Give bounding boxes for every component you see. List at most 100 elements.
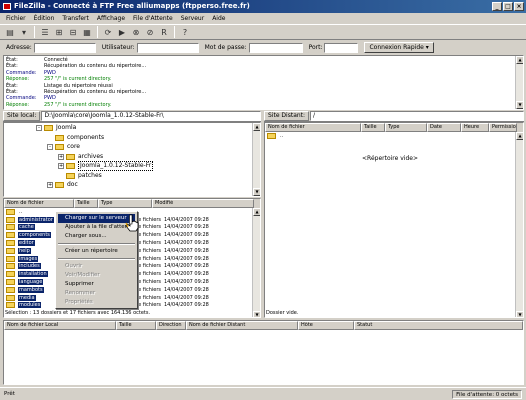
scroll-up-icon[interactable]: ▲ (253, 208, 260, 216)
col-type[interactable]: Type (98, 199, 152, 208)
col-remote-filename[interactable]: Nom de fichier Distant (186, 321, 298, 330)
local-list-scrollbar[interactable]: ▲ ▼ (252, 208, 260, 317)
file-name: .. (19, 208, 23, 215)
toggle-local-tree-icon[interactable]: ⊞ (53, 26, 65, 38)
dropdown-arrow-icon[interactable]: ▾ (18, 26, 30, 38)
context-menu-item: Ouvrir (65, 263, 83, 269)
col-modified[interactable]: Modifié (152, 199, 254, 208)
site-manager-icon[interactable]: ▤ (4, 26, 16, 38)
tree-item[interactable]: - core (47, 143, 80, 151)
help-icon[interactable]: ? (179, 26, 191, 38)
close-button[interactable]: × (514, 2, 524, 11)
empty-directory-message: <Répertoire vide> (362, 155, 418, 162)
scroll-up-icon[interactable]: ▲ (253, 123, 260, 131)
expander-icon[interactable]: - (36, 125, 42, 131)
status-ready: Prêt (4, 391, 15, 397)
tree-item[interactable]: + archives (58, 153, 103, 161)
toggle-queue-icon[interactable]: ▦ (81, 26, 93, 38)
col-local-filename[interactable]: Nom de fichier Local (4, 321, 116, 330)
folder-icon (66, 172, 75, 179)
expander-icon[interactable]: + (58, 163, 64, 169)
col-direction[interactable]: Direction (156, 321, 186, 330)
tree-item[interactable]: patches (58, 172, 102, 180)
queue-size-status: File d'attente: 0 octets (452, 390, 522, 399)
folder-icon (6, 208, 15, 215)
port-input[interactable] (324, 42, 359, 53)
expander-icon[interactable]: - (47, 144, 53, 150)
tree-item[interactable]: - Joomla (36, 124, 76, 132)
menu-edition[interactable]: Édition (34, 13, 55, 24)
col-filename[interactable]: Nom de fichier (265, 123, 361, 132)
folder-icon (6, 286, 15, 293)
disconnect-icon[interactable]: ⊘ (144, 26, 156, 38)
list-item[interactable]: .. (265, 132, 523, 140)
host-label: Adresse: (6, 44, 32, 51)
col-date[interactable]: Date (427, 123, 461, 132)
remote-path-input[interactable]: / (310, 110, 524, 121)
context-menu-item[interactable]: Créer un répertoire (58, 247, 135, 256)
reconnect-icon[interactable]: R (158, 26, 170, 38)
toggle-log-icon[interactable]: ☰ (39, 26, 51, 38)
maximize-button[interactable]: □ (503, 2, 513, 11)
process-queue-icon[interactable]: ▶ (116, 26, 128, 38)
file-date: 14/04/2007 09:28 (164, 247, 209, 254)
scroll-down-icon[interactable]: ▼ (253, 188, 260, 196)
file-name: administrator (18, 216, 54, 223)
tree-label: Joomla (56, 124, 77, 131)
tree-scrollbar[interactable]: ▲ ▼ (252, 123, 260, 196)
remote-file-list: Nom de fichier Taille Type Date Heure Pe… (264, 122, 524, 318)
file-name: images (18, 255, 39, 262)
menu-transfert[interactable]: Transfert (62, 13, 88, 24)
refresh-icon[interactable]: ⟳ (102, 26, 114, 38)
col-size[interactable]: Taille (116, 321, 156, 330)
file-date: 14/04/2007 09:28 (164, 240, 209, 247)
tree-item[interactable]: components (47, 134, 104, 142)
log-scrollbar[interactable]: ▲ ▼ (515, 56, 523, 109)
tree-item[interactable]: + doc (47, 181, 78, 189)
expander-icon[interactable]: + (47, 182, 53, 188)
host-input[interactable] (33, 42, 96, 53)
col-filename[interactable]: Nom de fichier (4, 199, 74, 208)
cancel-icon[interactable]: ⊗ (130, 26, 142, 38)
expander-icon[interactable]: + (58, 153, 64, 160)
password-input[interactable] (248, 42, 303, 53)
file-date: 14/04/2007 09:28 (164, 286, 209, 293)
menu-fichier[interactable]: Fichier (6, 13, 26, 24)
col-size[interactable]: Taille (361, 123, 385, 132)
col-type[interactable]: Type (385, 123, 427, 132)
context-menu-item[interactable]: Charger sous... (58, 232, 135, 241)
file-date: 14/04/2007 09:28 (164, 216, 209, 223)
col-status[interactable]: Statut (354, 321, 523, 330)
menu-separator (58, 243, 135, 245)
menu-separator (58, 258, 135, 260)
col-time[interactable]: Heure (461, 123, 489, 132)
log-type: Réponse: (6, 101, 30, 108)
minimize-button[interactable]: _ (492, 2, 502, 11)
menu-affichage[interactable]: Affichage (97, 13, 125, 24)
col-permissions[interactable]: Permissions (489, 123, 517, 132)
quickconnect-button-label: Connexion Rapide (369, 44, 424, 51)
scroll-up-icon[interactable]: ▲ (516, 56, 523, 64)
password-label: Mot de passe: (204, 44, 247, 51)
toggle-remote-tree-icon[interactable]: ⊟ (67, 26, 79, 38)
folder-icon (6, 302, 15, 309)
local-path-input[interactable]: D:\Joomla\core\Joomla_1.0.12-Stable-Fr\ (41, 110, 261, 121)
context-menu-item[interactable]: Supprimer (58, 280, 135, 289)
remote-list-scrollbar[interactable]: ▲ ▼ (515, 132, 523, 317)
col-host[interactable]: Hôte (298, 321, 354, 330)
menu-bar: Fichier Édition Transfert Affichage File… (0, 13, 526, 24)
folder-icon (6, 224, 15, 231)
file-name: help (18, 247, 31, 254)
scroll-up-icon[interactable]: ▲ (516, 132, 523, 140)
menu-serveur[interactable]: Serveur (181, 13, 204, 24)
user-input[interactable] (136, 42, 199, 53)
col-size[interactable]: Taille (74, 199, 98, 208)
scroll-down-icon[interactable]: ▼ (516, 101, 523, 109)
log-message: Récupération du contenu du répertoire... (44, 63, 147, 70)
file-date: 14/04/2007 09:28 (164, 263, 209, 270)
menu-file-attente[interactable]: File d'Attente (133, 13, 173, 24)
quickconnect-button[interactable]: Connexion Rapide ▾ (364, 42, 434, 53)
menu-aide[interactable]: Aide (212, 13, 225, 24)
tree-item[interactable]: + Joomla_1.0.12-Stable-Fr (58, 161, 154, 171)
folder-icon (6, 216, 15, 223)
